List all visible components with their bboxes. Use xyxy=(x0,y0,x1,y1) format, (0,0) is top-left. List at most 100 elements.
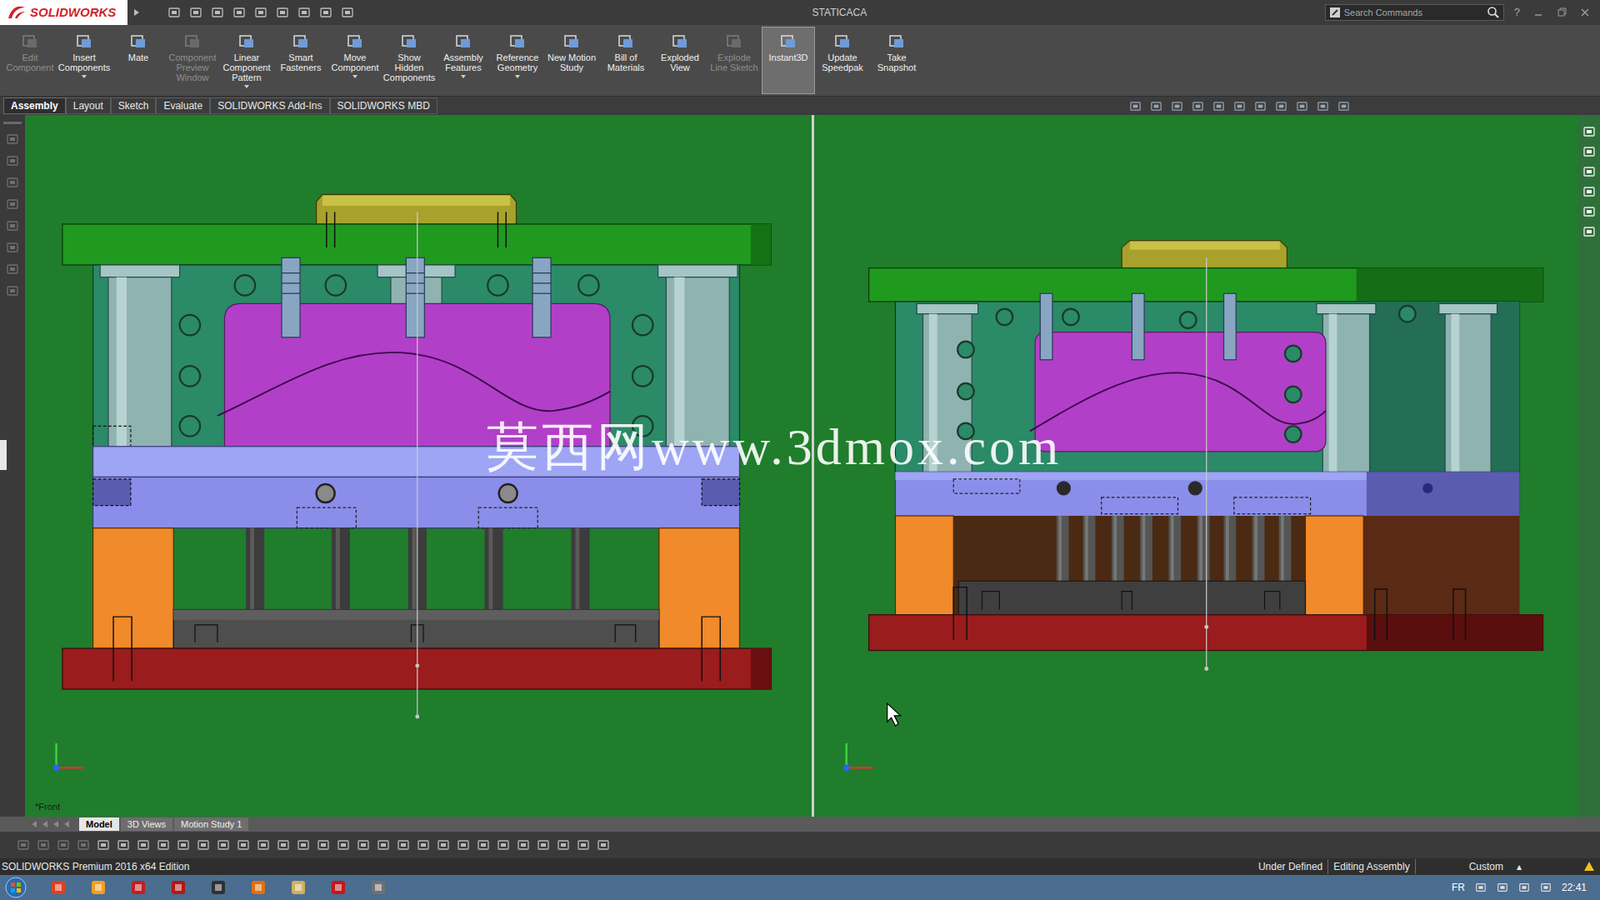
open-icon[interactable] xyxy=(189,5,203,20)
iso-view-drawing[interactable] xyxy=(814,115,1579,817)
command-tab[interactable]: Evaluate xyxy=(155,97,210,115)
ribbon-button[interactable]: Component Preview Window xyxy=(165,26,220,95)
network-icon[interactable] xyxy=(1518,881,1530,894)
display-style-icon[interactable] xyxy=(1233,100,1246,113)
command-tab[interactable]: Sketch xyxy=(110,97,157,115)
design-library-icon[interactable] xyxy=(1582,165,1596,179)
ribbon-button[interactable]: Assembly Features xyxy=(436,26,490,95)
dropdown-arrow-icon[interactable] xyxy=(460,74,467,80)
tool-icon[interactable] xyxy=(96,838,110,852)
undo-icon[interactable] xyxy=(254,5,268,20)
tool-icon[interactable] xyxy=(456,838,470,852)
taskbar-app-icon[interactable] xyxy=(210,879,227,896)
tool-icon[interactable] xyxy=(36,838,50,852)
close-icon[interactable] xyxy=(1580,7,1590,18)
display-monitor-icon[interactable] xyxy=(1337,100,1350,113)
view-orientation-icon[interactable] xyxy=(1212,100,1225,113)
prev-tab-icon[interactable] xyxy=(40,820,50,829)
tool-icon[interactable] xyxy=(356,838,370,852)
volume-icon[interactable] xyxy=(1540,881,1552,894)
appearances-icon[interactable] xyxy=(1582,205,1596,219)
dropdown-arrow-icon[interactable] xyxy=(80,74,88,80)
tool-icon[interactable] xyxy=(256,838,270,852)
panel-toggle[interactable] xyxy=(0,440,7,470)
command-tab[interactable]: SOLIDWORKS MBD xyxy=(330,97,438,115)
tool-icon[interactable] xyxy=(156,838,170,852)
tool-icon[interactable] xyxy=(16,838,30,852)
taskbar-app-icon[interactable] xyxy=(290,879,307,896)
tool-icon[interactable] xyxy=(76,838,90,852)
rebuild-status-icon[interactable] xyxy=(1583,860,1595,873)
ribbon-button[interactable]: Bill of Materials xyxy=(599,26,653,95)
start-button-icon[interactable] xyxy=(5,876,27,899)
ribbon-button[interactable]: Instant3D xyxy=(761,26,815,95)
print-icon[interactable] xyxy=(232,5,246,20)
file-explorer-icon[interactable] xyxy=(1582,185,1596,199)
ribbon-button[interactable]: Take Snapshot xyxy=(870,26,924,95)
minimize-icon[interactable] xyxy=(1533,7,1544,18)
cam-icon[interactable] xyxy=(5,240,20,255)
tray-app-icon[interactable] xyxy=(1496,881,1509,894)
tool-icon[interactable] xyxy=(316,838,330,852)
dimxpert-icon[interactable] xyxy=(5,197,20,211)
tool-icon[interactable] xyxy=(276,838,290,852)
first-tab-icon[interactable] xyxy=(30,820,39,829)
tool-icon[interactable] xyxy=(496,838,510,852)
feature-tree-icon[interactable] xyxy=(5,132,20,146)
dropdown-arrow-icon[interactable] xyxy=(514,74,521,80)
section-view-icon[interactable] xyxy=(1191,100,1205,113)
model-tab[interactable]: Motion Study 1 xyxy=(174,817,249,831)
clock[interactable]: 22:41 xyxy=(1561,880,1587,895)
ribbon-button[interactable]: Explode Line Sketch xyxy=(707,26,761,95)
home-icon[interactable] xyxy=(1582,125,1596,139)
ribbon-button[interactable]: Update Speedpak xyxy=(815,26,870,95)
menu-arrow-icon[interactable] xyxy=(130,6,143,19)
model-tab[interactable]: 3D Views xyxy=(120,817,173,831)
taskbar-app-icon[interactable] xyxy=(330,879,347,896)
hide-show-icon[interactable] xyxy=(1254,100,1267,113)
right-viewport[interactable] xyxy=(814,115,1600,817)
tool-icon[interactable] xyxy=(216,838,230,852)
simulation-icon[interactable] xyxy=(5,262,20,276)
language-indicator[interactable]: FR xyxy=(1451,880,1465,895)
tool-icon[interactable] xyxy=(436,838,450,852)
ribbon-button[interactable]: Linear Component Pattern xyxy=(220,26,274,95)
search-box[interactable]: Search Commands xyxy=(1325,4,1505,21)
tool-icon[interactable] xyxy=(396,838,410,852)
app-logo[interactable]: SOLIDWORKS xyxy=(0,0,128,25)
ribbon-button[interactable]: New Motion Study xyxy=(545,26,599,95)
units-selector[interactable]: Custom▴ xyxy=(1457,859,1534,875)
last-tab-icon[interactable] xyxy=(62,820,71,829)
plastics-icon[interactable] xyxy=(5,284,20,298)
tray-arrow-icon[interactable] xyxy=(1475,881,1487,894)
ribbon-button[interactable]: Mate xyxy=(111,26,165,95)
tool-icon[interactable] xyxy=(416,838,430,852)
apply-scene-icon[interactable] xyxy=(1295,100,1309,113)
tool-icon[interactable] xyxy=(176,838,190,852)
ribbon-button[interactable]: Exploded View xyxy=(653,26,707,95)
resources-icon[interactable] xyxy=(1582,145,1596,159)
command-tab[interactable]: Assembly xyxy=(3,97,66,115)
dropdown-arrow-icon[interactable] xyxy=(351,74,359,80)
tool-icon[interactable] xyxy=(536,838,550,852)
edit-appearance-icon[interactable] xyxy=(1275,100,1288,113)
tool-icon[interactable] xyxy=(236,838,250,852)
ribbon-button[interactable]: Insert Components xyxy=(57,26,111,95)
save-icon[interactable] xyxy=(210,5,225,20)
front-view-drawing[interactable] xyxy=(25,115,812,817)
tool-icon[interactable] xyxy=(576,838,590,852)
command-tab[interactable]: SOLIDWORKS Add-Ins xyxy=(210,97,330,115)
tool-icon[interactable] xyxy=(136,838,150,852)
restore-icon[interactable] xyxy=(1556,7,1567,18)
select-icon[interactable] xyxy=(275,5,290,20)
taskbar-app-icon[interactable] xyxy=(250,879,267,896)
ribbon-button[interactable]: Smart Fasteners xyxy=(274,26,328,95)
model-tab[interactable]: Model xyxy=(79,817,120,831)
magnifier-icon[interactable] xyxy=(1486,5,1500,20)
tool-icon[interactable] xyxy=(56,838,70,852)
new-icon[interactable] xyxy=(167,5,181,20)
configuration-icon[interactable] xyxy=(5,175,20,190)
rebuild-icon[interactable] xyxy=(297,5,311,20)
command-tab[interactable]: Layout xyxy=(65,97,111,115)
next-tab-icon[interactable] xyxy=(51,820,60,829)
